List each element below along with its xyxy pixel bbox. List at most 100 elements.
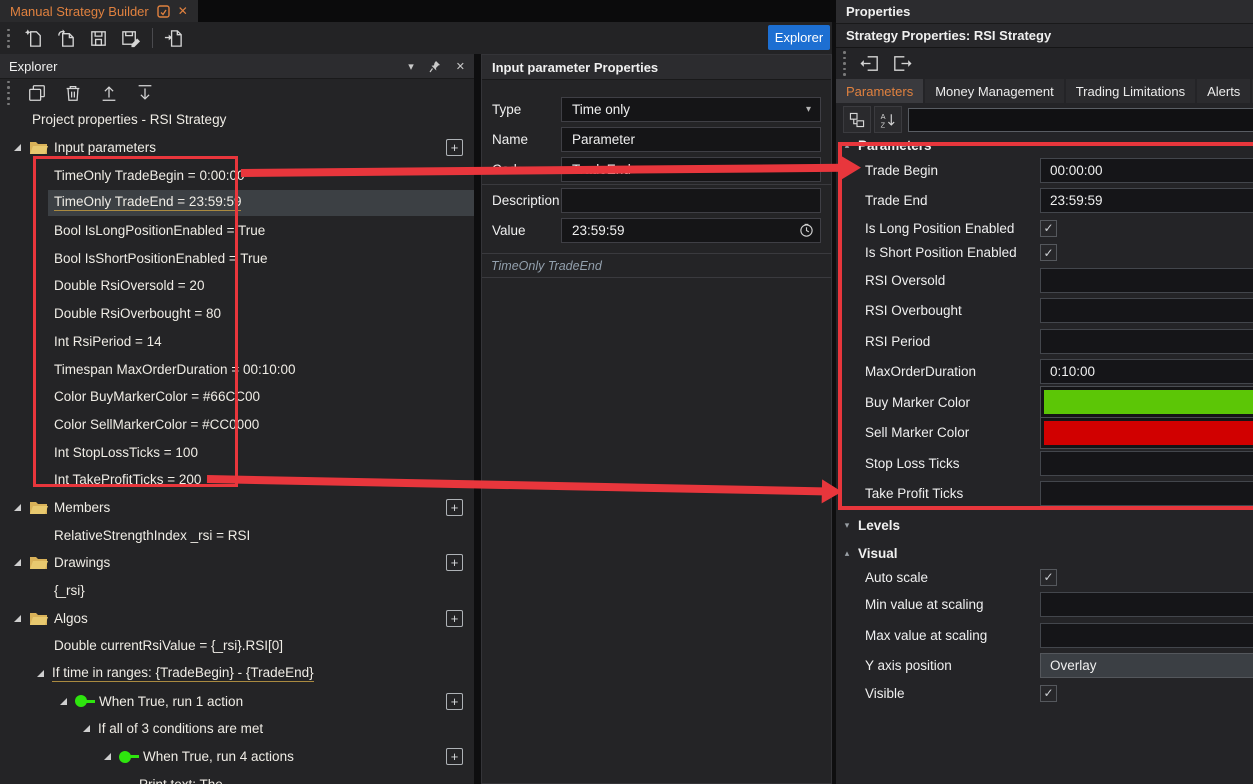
tree-row-input-parameters[interactable]: Input parameters + xyxy=(0,134,474,162)
new-strategy-button[interactable] xyxy=(19,24,51,52)
type-field[interactable]: Time only ▾ xyxy=(561,97,821,122)
clock-icon[interactable] xyxy=(799,223,814,238)
tab-parameters[interactable]: Parameters xyxy=(836,79,923,103)
tree-row-algos[interactable]: Algos + xyxy=(0,604,474,632)
tree-row-bool-islongpositionenabled-true[interactable]: Bool IsLongPositionEnabled = True xyxy=(0,217,474,245)
tree-row-when-true-run-4-actions[interactable]: When True, run 4 actions + xyxy=(0,743,474,771)
import-settings-button[interactable] xyxy=(855,50,886,78)
properties-filter-bar: AZ xyxy=(836,103,1253,136)
add-child-button[interactable]: + xyxy=(446,139,463,156)
tree-row-members[interactable]: Members + xyxy=(0,494,474,522)
property-value-input[interactable]: 0:10:00 xyxy=(1040,359,1253,384)
explorer-toolbar-drag-handle[interactable] xyxy=(7,81,10,106)
tree-expander-icon[interactable] xyxy=(60,698,67,705)
property-value-input[interactable] xyxy=(1040,329,1253,354)
tree-row-timespan-maxorderduration-00-10-00[interactable]: Timespan MaxOrderDuration = 00:10:00 xyxy=(0,355,474,383)
tree-expander-icon[interactable] xyxy=(14,559,21,566)
tree-row-color-sellmarkercolor-cc0000[interactable]: Color SellMarkerColor = #CC0000 xyxy=(0,411,474,439)
tree-row-relativestrengthindex-rsi-rsi[interactable]: RelativeStrengthIndex _rsi = RSI xyxy=(0,521,474,549)
tab-trading-limitations[interactable]: Trading Limitations xyxy=(1066,79,1195,103)
property-group-visual[interactable]: ▴ Visual xyxy=(836,541,1253,565)
property-value-input[interactable] xyxy=(1040,623,1253,648)
save-as-button[interactable] xyxy=(115,24,147,52)
duplicate-node-button[interactable] xyxy=(19,79,55,107)
tree-row-if-time-in-ranges-tradebegin-tradeend[interactable]: If time in ranges: {TradeBegin} - {Trade… xyxy=(0,660,474,688)
categorized-view-button[interactable] xyxy=(843,106,871,133)
tree-expander-icon[interactable] xyxy=(14,615,21,622)
property-row-buy-marker-color: Buy Marker Color xyxy=(836,387,1253,418)
property-checkbox[interactable]: ✓ xyxy=(1040,569,1057,586)
property-checkbox[interactable]: ✓ xyxy=(1040,244,1057,261)
tree-row-timeonly-tradebegin-0-00-00[interactable]: TimeOnly TradeBegin = 0:00:00 xyxy=(0,161,474,189)
save-button[interactable] xyxy=(83,24,115,52)
tree-row-project-properties-rsi-strategy[interactable]: Project properties - RSI Strategy xyxy=(0,106,474,134)
properties-toolbar-drag-handle[interactable] xyxy=(843,51,846,76)
add-child-button[interactable]: + xyxy=(446,748,463,765)
tree-row-timeonly-tradeend-23-59-59[interactable]: TimeOnly TradeEnd = 23:59:59 xyxy=(0,189,474,217)
tree-expander-icon[interactable] xyxy=(104,753,111,760)
property-value-input[interactable]: 00:00:00 xyxy=(1040,158,1253,183)
import-strategy-button[interactable] xyxy=(158,24,190,52)
tree-row-double-rsioversold-20[interactable]: Double RsiOversold = 20 xyxy=(0,272,474,300)
open-strategy-button[interactable] xyxy=(51,24,83,52)
tab-money-management[interactable]: Money Management xyxy=(925,79,1064,103)
tree-row-print-text-the[interactable]: Print text: The... xyxy=(0,771,474,784)
tree-item-label: When True, run 4 actions xyxy=(143,749,294,764)
add-child-button[interactable]: + xyxy=(446,554,463,571)
delete-node-button[interactable] xyxy=(55,79,91,107)
panel-menu-caret-icon[interactable]: ▾ xyxy=(408,60,414,73)
group-expander-icon[interactable]: ▾ xyxy=(836,520,858,531)
add-child-button[interactable]: + xyxy=(446,499,463,516)
property-group-parameters[interactable]: ▴ Parameters xyxy=(836,136,1253,155)
property-value-input[interactable] xyxy=(1040,298,1253,323)
group-expander-icon[interactable]: ▴ xyxy=(836,140,858,151)
tree-row-rsi[interactable]: {_rsi} xyxy=(0,577,474,605)
code-field[interactable]: TradeEnd xyxy=(561,157,821,182)
property-value-input[interactable]: 23:59:59 xyxy=(1040,188,1253,213)
add-child-button[interactable]: + xyxy=(446,610,463,627)
property-group-levels[interactable]: ▾ Levels xyxy=(836,513,1253,537)
dropdown-caret-icon[interactable]: ▾ xyxy=(806,104,811,115)
move-to-top-button[interactable] xyxy=(91,79,127,107)
tree-row-if-all-of-3-conditions-are-met[interactable]: If all of 3 conditions are met xyxy=(0,715,474,743)
property-dropdown[interactable]: Overlay xyxy=(1040,653,1253,678)
property-value-input[interactable] xyxy=(1040,481,1253,506)
tree-row-when-true-run-1-action[interactable]: When True, run 1 action + xyxy=(0,687,474,715)
property-value-input[interactable] xyxy=(1040,592,1253,617)
value-field[interactable]: 23:59:59 xyxy=(561,218,821,243)
explorer-button[interactable]: Explorer xyxy=(768,25,830,50)
tree-row-color-buymarkercolor-66cc00[interactable]: Color BuyMarkerColor = #66CC00 xyxy=(0,383,474,411)
pin-icon[interactable] xyxy=(429,60,441,73)
property-checkbox[interactable]: ✓ xyxy=(1040,220,1057,237)
property-value-input[interactable] xyxy=(1040,268,1253,293)
tree-expander-icon[interactable] xyxy=(14,504,21,511)
tree-row-double-currentrsivalue-rsi-rsi-0[interactable]: Double currentRsiValue = {_rsi}.RSI[0] xyxy=(0,632,474,660)
property-color-swatch[interactable] xyxy=(1040,417,1253,449)
tree-row-int-takeprofitticks-200[interactable]: Int TakeProfitTicks = 200 xyxy=(0,466,474,494)
export-settings-button[interactable] xyxy=(886,50,917,78)
property-checkbox[interactable]: ✓ xyxy=(1040,685,1057,702)
sort-alphabetical-button[interactable]: AZ xyxy=(874,106,902,133)
toolbar-drag-handle[interactable] xyxy=(7,29,10,48)
tree-row-double-rsioverbought-80[interactable]: Double RsiOverbought = 80 xyxy=(0,300,474,328)
tree-row-int-rsiperiod-14[interactable]: Int RsiPeriod = 14 xyxy=(0,328,474,356)
tab-manual-strategy-builder[interactable]: Manual Strategy Builder ✕ xyxy=(0,0,198,22)
property-color-swatch[interactable] xyxy=(1040,386,1253,418)
tab-alerts[interactable]: Alerts xyxy=(1197,79,1250,103)
strategy-properties-subtitle: Strategy Properties: RSI Strategy xyxy=(836,24,1253,48)
property-value-input[interactable] xyxy=(1040,451,1253,476)
tree-row-drawings[interactable]: Drawings + xyxy=(0,549,474,577)
add-child-button[interactable]: + xyxy=(446,693,463,710)
group-expander-icon[interactable]: ▴ xyxy=(836,548,858,559)
move-to-bottom-button[interactable] xyxy=(127,79,163,107)
tree-expander-icon[interactable] xyxy=(37,670,44,677)
tree-expander-icon[interactable] xyxy=(83,725,90,732)
properties-search-input[interactable] xyxy=(908,108,1253,132)
name-field[interactable]: Parameter xyxy=(561,127,821,152)
tree-row-bool-isshortpositionenabled-true[interactable]: Bool IsShortPositionEnabled = True xyxy=(0,244,474,272)
tab-close-icon[interactable]: ✕ xyxy=(178,4,188,18)
tree-expander-icon[interactable] xyxy=(14,144,21,151)
close-panel-icon[interactable]: ✕ xyxy=(456,60,465,73)
tree-row-int-stoplossticks-100[interactable]: Int StopLossTicks = 100 xyxy=(0,438,474,466)
description-field[interactable] xyxy=(561,188,821,213)
